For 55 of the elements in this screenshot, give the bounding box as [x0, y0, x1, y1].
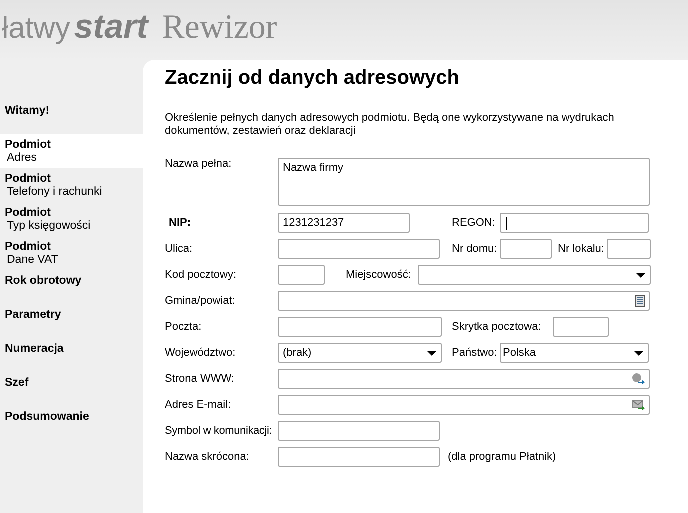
sidebar-item[interactable]: Podmiot Adres [0, 134, 143, 168]
field-label: REGON: [451, 217, 496, 229]
sidebar-item[interactable]: Podsumowanie [0, 406, 143, 440]
dropdown[interactable]: Polska [500, 343, 649, 363]
logo-text: łatwy [2, 12, 70, 46]
field-label: Kod pocztowy: [165, 269, 238, 281]
page-description: Określenie pełnych danych adresowych podmiotu. Będą one wykorzystywane na wydrukach dokumentów, zestawień oraz deklaracji [165, 112, 616, 138]
field-label: NIP: [168, 217, 192, 229]
field-label: Adres E-mail: [165, 399, 232, 411]
field-label: Nr domu: [451, 243, 498, 255]
input-field[interactable] [500, 213, 649, 233]
field-label: Województwo: [165, 347, 237, 359]
list-icon [635, 295, 645, 307]
field-label: Nr lokalu: [557, 243, 606, 255]
input-field[interactable] [278, 265, 325, 285]
field-label: Poczta: [165, 321, 203, 333]
picker-field[interactable] [278, 291, 650, 311]
url-field[interactable] [278, 369, 650, 389]
field-label: Miejscowość: [345, 269, 412, 281]
dropdown-arrow-icon [634, 350, 644, 356]
sidebar-item[interactable]: Rok obrotowy [0, 270, 143, 304]
field-label: Nazwa pełna: [165, 158, 233, 170]
input-field[interactable] [278, 447, 440, 467]
sidebar-item[interactable]: Numeracja [0, 338, 143, 372]
field-label: Strona WWW: [165, 373, 236, 385]
input-field[interactable] [278, 421, 440, 441]
globe-arrow-icon [632, 373, 645, 385]
input-field[interactable] [278, 239, 440, 259]
field-note: (dla programu Płatnik) [447, 451, 556, 463]
sidebar-item[interactable]: Podmiot Dane VAT [0, 236, 143, 270]
logo-text: Rewizor [162, 9, 278, 47]
field-label: Ulica: [165, 243, 194, 255]
field-label: Państwo: [451, 347, 498, 359]
sidebar-item[interactable]: Podmiot Telefony i rachunki [0, 168, 143, 202]
dropdown[interactable]: (brak) [278, 343, 442, 363]
page-title: Zacznij od danych adresowych [165, 66, 461, 90]
dropdown[interactable] [418, 265, 651, 285]
sidebar-item[interactable]: Witamy! [0, 100, 143, 134]
field-label: Nazwa skrócona: [165, 451, 250, 463]
sidebar-item[interactable]: Podmiot Typ księgowości [0, 202, 143, 236]
input-field[interactable]: 1231231237 [278, 213, 410, 233]
input-field[interactable] [500, 239, 552, 259]
input-field[interactable] [553, 317, 609, 337]
email-field[interactable] [278, 395, 650, 415]
field-label: Symbol w komunikacji: [165, 425, 274, 437]
sidebar-item[interactable]: Szef [0, 372, 143, 406]
sidebar-item[interactable]: Parametry [0, 304, 143, 338]
field-label: Skrytka pocztowa: [451, 321, 542, 333]
dropdown-arrow-icon [636, 272, 646, 278]
field-label: Gmina/powiat: [165, 295, 236, 307]
logo-text: start [74, 8, 148, 47]
dropdown-arrow-icon [427, 350, 437, 356]
input-field[interactable] [278, 317, 442, 337]
input-field[interactable] [607, 239, 651, 259]
text-area[interactable]: Nazwa firmy [278, 158, 650, 206]
